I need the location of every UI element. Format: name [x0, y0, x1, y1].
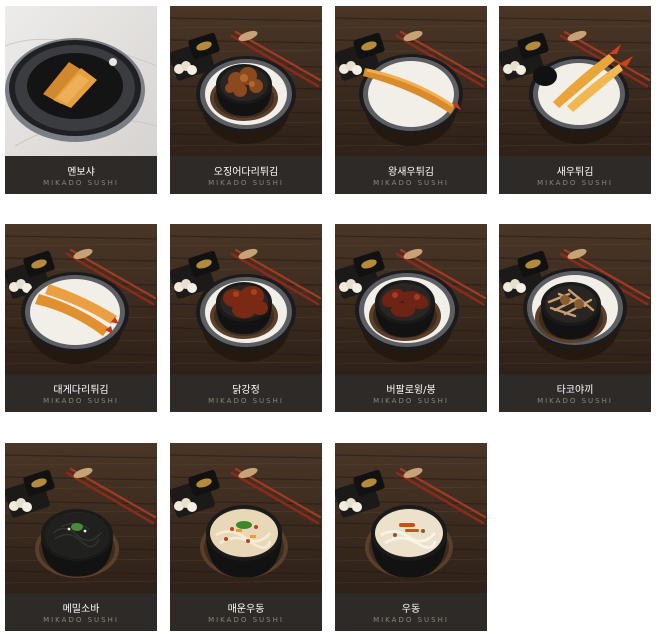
- menu-item-photo[interactable]: [499, 224, 651, 374]
- menu-item-card[interactable]: 타코야끼 MIKADO SUSHI: [499, 224, 651, 412]
- menu-item-card[interactable]: 대게다리튀김 MIKADO SUSHI: [5, 224, 157, 412]
- menu-item-photo[interactable]: [170, 6, 322, 156]
- menu-item-caption: 메밀소바 MIKADO SUSHI: [5, 593, 157, 631]
- menu-item-name: 메밀소바: [62, 604, 100, 615]
- menu-item-photo[interactable]: [170, 443, 322, 593]
- menu-item-photo[interactable]: [5, 6, 157, 156]
- menu-item-caption: 왕새우튀김 MIKADO SUSHI: [335, 156, 487, 194]
- menu-item-name: 매운우동: [227, 604, 265, 615]
- menu-item-brand: MIKADO SUSHI: [373, 179, 449, 187]
- menu-item-photo[interactable]: [335, 6, 487, 156]
- menu-item-brand: MIKADO SUSHI: [537, 179, 613, 187]
- menu-item-brand: MIKADO SUSHI: [208, 179, 284, 187]
- menu-item-brand: MIKADO SUSHI: [43, 616, 119, 624]
- menu-item-caption: 타코야끼 MIKADO SUSHI: [499, 374, 651, 412]
- menu-item-caption: 매운우동 MIKADO SUSHI: [170, 593, 322, 631]
- menu-item-photo[interactable]: [335, 224, 487, 374]
- menu-item-brand: MIKADO SUSHI: [208, 616, 284, 624]
- menu-item-photo[interactable]: [5, 443, 157, 593]
- menu-item-name: 멘보샤: [67, 167, 95, 178]
- menu-item-card[interactable]: 매운우동 MIKADO SUSHI: [170, 443, 322, 631]
- menu-item-name: 새우튀김: [556, 167, 594, 178]
- menu-item-brand: MIKADO SUSHI: [373, 397, 449, 405]
- menu-item-caption: 버팔로윙/봉 MIKADO SUSHI: [335, 374, 487, 412]
- menu-item-brand: MIKADO SUSHI: [208, 397, 284, 405]
- menu-item-name: 오징어다리튀김: [213, 167, 279, 178]
- menu-item-name: 닭강정: [232, 385, 260, 396]
- menu-item-caption: 우동 MIKADO SUSHI: [335, 593, 487, 631]
- menu-item-brand: MIKADO SUSHI: [537, 397, 613, 405]
- menu-item-brand: MIKADO SUSHI: [43, 397, 119, 405]
- menu-item-name: 우동: [401, 604, 421, 615]
- menu-item-caption: 닭강정 MIKADO SUSHI: [170, 374, 322, 412]
- menu-item-card[interactable]: 왕새우튀김 MIKADO SUSHI: [335, 6, 487, 194]
- menu-item-brand: MIKADO SUSHI: [373, 616, 449, 624]
- menu-item-name: 버팔로윙/봉: [386, 385, 436, 396]
- menu-item-card[interactable]: 멘보샤 MIKADO SUSHI: [5, 6, 157, 194]
- menu-item-brand: MIKADO SUSHI: [43, 179, 119, 187]
- menu-item-card[interactable]: 버팔로윙/봉 MIKADO SUSHI: [335, 224, 487, 412]
- menu-item-card[interactable]: 닭강정 MIKADO SUSHI: [170, 224, 322, 412]
- menu-item-caption: 멘보샤 MIKADO SUSHI: [5, 156, 157, 194]
- menu-item-photo[interactable]: [170, 224, 322, 374]
- menu-item-card[interactable]: 우동 MIKADO SUSHI: [335, 443, 487, 631]
- menu-item-photo[interactable]: [335, 443, 487, 593]
- menu-item-photo[interactable]: [5, 224, 157, 374]
- menu-item-name: 대게다리튀김: [53, 385, 109, 396]
- menu-item-caption: 오징어다리튀김 MIKADO SUSHI: [170, 156, 322, 194]
- menu-item-caption: 대게다리튀김 MIKADO SUSHI: [5, 374, 157, 412]
- menu-item-card[interactable]: 새우튀김 MIKADO SUSHI: [499, 6, 651, 194]
- menu-item-name: 타코야끼: [556, 385, 594, 396]
- menu-item-name: 왕새우튀김: [388, 167, 434, 178]
- menu-item-photo[interactable]: [499, 6, 651, 156]
- menu-item-card[interactable]: 오징어다리튀김 MIKADO SUSHI: [170, 6, 322, 194]
- menu-item-card[interactable]: 메밀소바 MIKADO SUSHI: [5, 443, 157, 631]
- menu-item-caption: 새우튀김 MIKADO SUSHI: [499, 156, 651, 194]
